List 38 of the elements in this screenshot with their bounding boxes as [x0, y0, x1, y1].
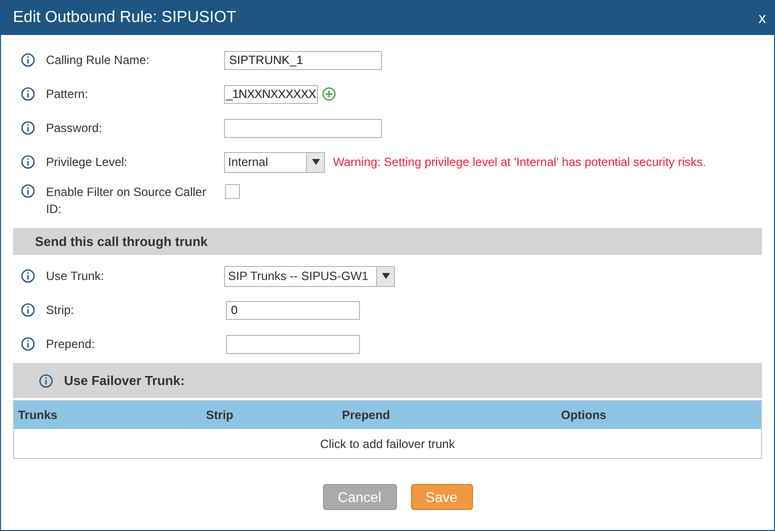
input-field[interactable] — [224, 118, 382, 138]
info-icon — [21, 337, 35, 351]
info-icon — [21, 155, 35, 169]
field-label: Password: — [46, 120, 104, 136]
add-icon[interactable] — [322, 87, 336, 101]
field-label: Enable Filter on Source Caller ID: — [46, 184, 208, 218]
field-label: Pattern: — [46, 86, 90, 102]
section-title: Send this call through trunk — [35, 234, 208, 249]
caret-icon — [382, 273, 390, 279]
info-icon — [21, 269, 35, 283]
column-header: Trunks — [18, 408, 58, 422]
section-title: Use Failover Trunk: — [64, 373, 185, 388]
info-icon — [21, 87, 35, 101]
checkbox[interactable] — [225, 184, 240, 199]
caret-icon — [312, 159, 320, 165]
field-label: Strip: — [46, 302, 76, 318]
field-label: Prepend: — [46, 336, 96, 352]
dropdown[interactable]: SIP Trunks -- SIPUS-GW1 — [224, 266, 396, 286]
input-field[interactable]: _1NXXNXXXXXX — [224, 84, 318, 104]
info-icon — [21, 184, 35, 198]
input-field[interactable]: 0 — [226, 300, 360, 320]
input-field[interactable]: SIPTRUNK_1 — [224, 50, 382, 70]
window-title: Edit Outbound Rule: SIPUSIOT — [13, 9, 236, 27]
info-icon — [39, 374, 53, 388]
dropdown[interactable]: Internal — [224, 152, 325, 172]
add-failover-link[interactable]: Click to add failover trunk — [320, 436, 455, 450]
column-header: Strip — [206, 408, 234, 422]
info-icon — [21, 303, 35, 317]
field-label: Use Trunk: — [46, 268, 106, 284]
column-header: Prepend — [342, 408, 392, 422]
close-button[interactable]: x — [758, 10, 766, 26]
field-label: Privilege Level: — [46, 154, 128, 170]
field-label: Calling Rule Name: — [46, 52, 150, 68]
input-field[interactable] — [226, 334, 360, 354]
info-icon — [21, 121, 35, 135]
warning-text: Warning: Setting privilege level at 'Internal' has potential security risks. — [333, 155, 706, 169]
column-header: Options — [561, 408, 608, 422]
info-icon — [21, 53, 35, 67]
